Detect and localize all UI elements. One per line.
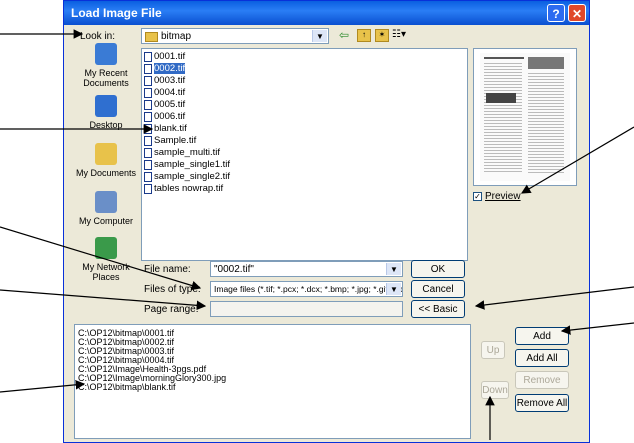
pagerange-input[interactable] [210, 301, 403, 317]
file-item[interactable]: sample_multi.tif [144, 147, 220, 159]
place-my-documents[interactable]: My Documents [74, 143, 138, 178]
tif-file-icon [144, 172, 152, 182]
tif-file-icon [144, 160, 152, 170]
remove-all-button[interactable]: Remove All [515, 394, 569, 412]
down-button[interactable]: Down [481, 381, 509, 399]
tif-file-icon [144, 184, 152, 194]
place-label: My Recent Documents [83, 68, 129, 88]
basic-button[interactable]: << Basic [411, 300, 465, 318]
file-item[interactable]: tables nowrap.tif [144, 183, 223, 195]
chevron-down-icon: ▼ [312, 30, 327, 42]
up-folder-icon[interactable]: ↑ [357, 29, 371, 42]
folder-icon [145, 32, 158, 42]
file-item[interactable]: 0004.tif [144, 87, 185, 99]
my-documents-icon [95, 143, 117, 165]
up-button[interactable]: Up [481, 341, 505, 359]
file-item[interactable]: 0002.tif [144, 63, 186, 75]
load-image-dialog: Load Image File ? ✕ Look in: bitmap ▼ ⇦ … [63, 0, 590, 443]
tif-file-icon [144, 100, 152, 110]
file-item[interactable]: sample_single2.tif [144, 171, 230, 183]
place-desktop[interactable]: Desktop [74, 95, 138, 130]
place-my-computer[interactable]: My Computer [74, 191, 138, 226]
ok-button[interactable]: OK [411, 260, 465, 278]
lookin-value: bitmap [161, 31, 192, 42]
lookin-label: Look in: [80, 31, 116, 42]
preview-pane [473, 48, 577, 186]
file-item[interactable]: blank.tif [144, 123, 187, 135]
view-menu-icon[interactable]: ☷▾ [392, 29, 410, 41]
tif-file-icon [144, 76, 152, 86]
preview-thumbnail [480, 53, 570, 181]
place-label: My Network Places [82, 262, 130, 282]
preview-checkbox[interactable]: ✓ [473, 192, 482, 201]
lookin-dropdown[interactable]: bitmap ▼ [141, 28, 329, 44]
place-label: My Documents [75, 168, 137, 178]
title-bar[interactable]: Load Image File ? ✕ [64, 1, 589, 25]
tif-file-icon [144, 52, 152, 62]
filename-label: File name: [144, 264, 191, 275]
tif-file-icon [144, 136, 152, 146]
place-label: My Computer [78, 216, 133, 226]
tif-file-icon [144, 124, 152, 134]
place-recent[interactable]: My Recent Documents [74, 43, 138, 88]
place-label: Desktop [89, 120, 123, 130]
my-computer-icon [95, 191, 117, 213]
place-network[interactable]: My Network Places [74, 237, 138, 282]
file-item[interactable]: sample_single1.tif [144, 159, 230, 171]
filetype-label: Files of type: [144, 284, 201, 295]
list-item[interactable]: C:\OP12\bitmap\blank.tif [78, 383, 176, 392]
selected-files-list[interactable]: C:\OP12\bitmap\0001.tif C:\OP12\bitmap\0… [74, 324, 471, 439]
file-item[interactable]: 0001.tif [144, 51, 185, 63]
chevron-down-icon: ▼ [386, 283, 401, 295]
add-all-button[interactable]: Add All [515, 349, 569, 367]
window-title: Load Image File [71, 6, 162, 20]
pagerange-label: Page range: [144, 304, 199, 315]
file-item[interactable]: 0006.tif [144, 111, 185, 123]
close-button[interactable]: ✕ [568, 4, 586, 22]
preview-label: Preview [485, 191, 521, 202]
chevron-down-icon: ▼ [386, 263, 401, 275]
network-places-icon [95, 237, 117, 259]
file-item[interactable]: 0003.tif [144, 75, 185, 87]
filename-input[interactable]: "0002.tif" ▼ [210, 261, 403, 277]
back-icon[interactable]: ⇦ [339, 28, 353, 42]
new-folder-icon[interactable]: ✶ [375, 29, 389, 42]
recent-documents-icon [95, 43, 117, 65]
cancel-button[interactable]: Cancel [411, 280, 465, 298]
remove-button[interactable]: Remove [515, 371, 569, 389]
file-list[interactable]: 0001.tif 0002.tif 0003.tif 0004.tif 0005… [141, 48, 468, 261]
help-button[interactable]: ? [547, 4, 565, 22]
desktop-icon [95, 95, 117, 117]
tif-file-icon [144, 148, 152, 158]
tif-file-icon [144, 64, 152, 74]
file-item[interactable]: 0005.tif [144, 99, 185, 111]
filetype-dropdown[interactable]: Image files (*.tif; *.pcx; *.dcx; *.bmp;… [210, 281, 403, 297]
add-button[interactable]: Add [515, 327, 569, 345]
tif-file-icon [144, 88, 152, 98]
file-item[interactable]: Sample.tif [144, 135, 196, 147]
tif-file-icon [144, 112, 152, 122]
